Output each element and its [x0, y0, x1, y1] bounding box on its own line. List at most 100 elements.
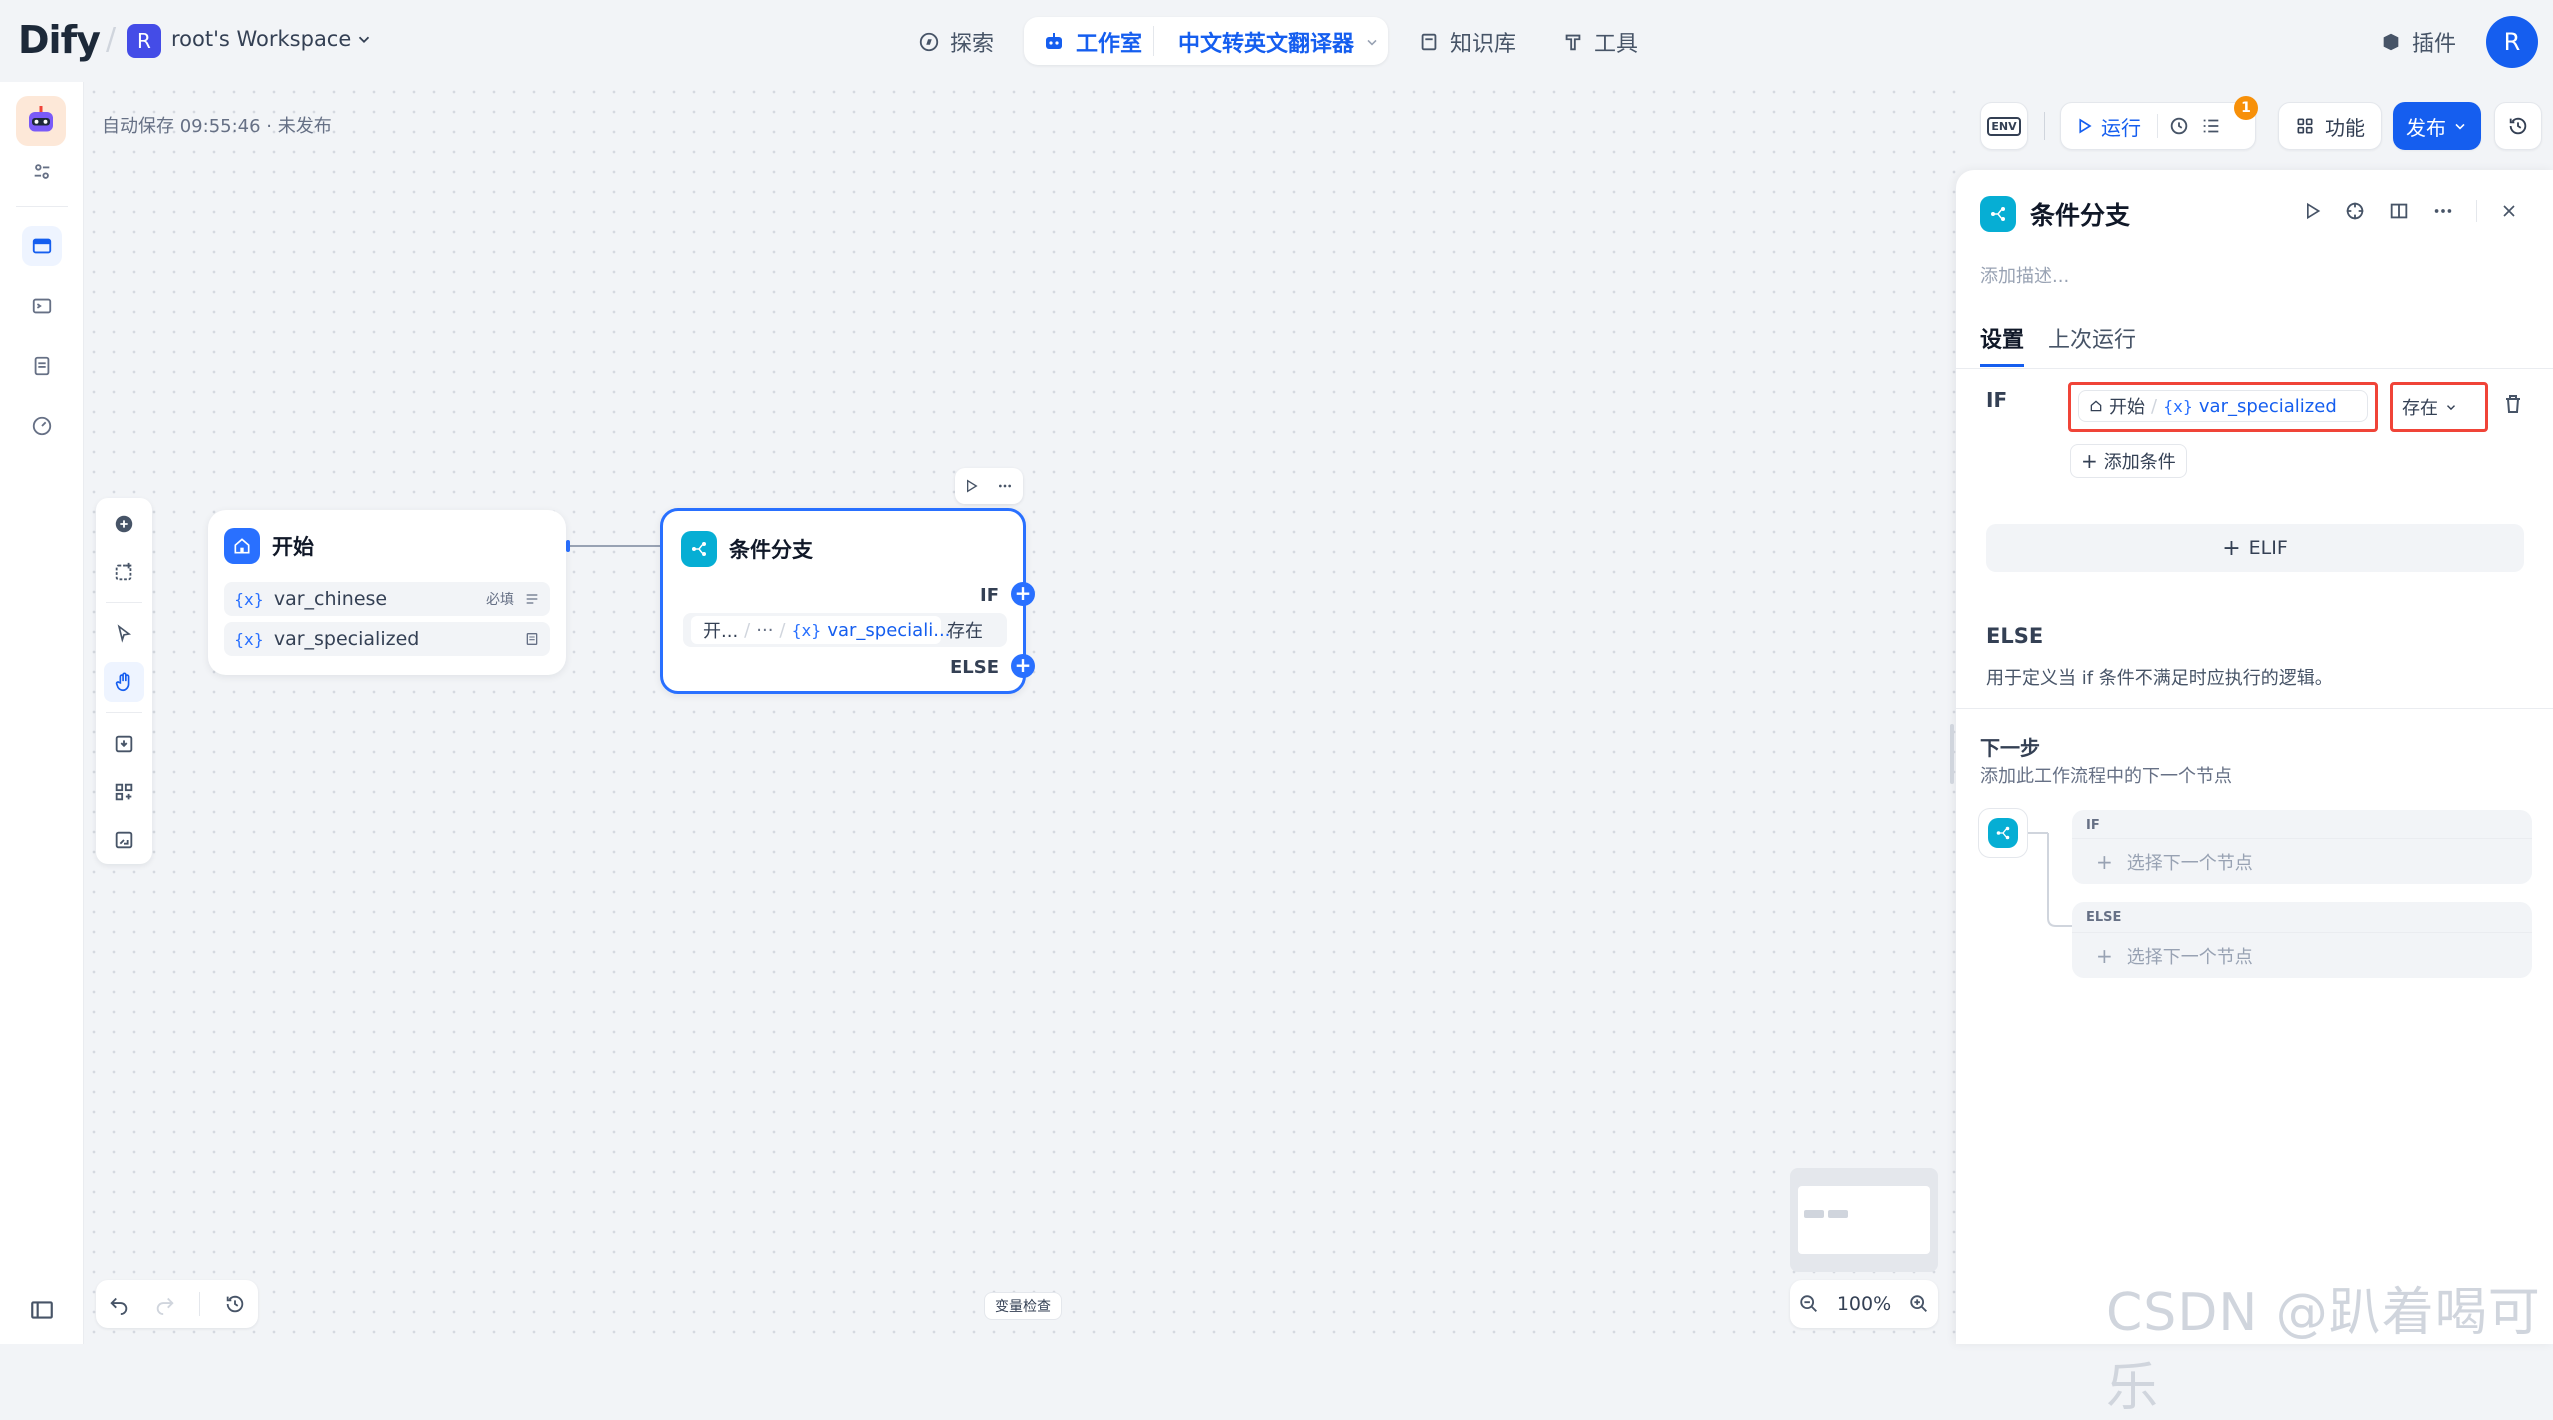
more-icon[interactable] [995, 478, 1015, 494]
sidebar-item-orchestrate[interactable] [22, 226, 62, 266]
cursor-icon [117, 624, 132, 643]
robot-app-icon [29, 106, 53, 132]
grid-layout-icon [115, 783, 133, 801]
zoom-level[interactable]: 100% [1837, 1293, 1891, 1315]
sidebar-item-api[interactable] [22, 286, 62, 326]
nav-explore[interactable]: 探索 [918, 26, 994, 58]
panel-tabs: 设置 上次运行 [1980, 322, 2136, 367]
panel-actions [2302, 200, 2519, 222]
play-icon[interactable] [963, 478, 979, 494]
workflow-canvas[interactable] [84, 82, 1956, 1344]
export-image-button[interactable] [104, 724, 144, 764]
nav-tools[interactable]: 工具 [1562, 26, 1638, 58]
more-icon[interactable] [2432, 200, 2454, 222]
add-elif-button[interactable]: + ELIF [1986, 524, 2524, 572]
canvas-toolbar [96, 498, 152, 864]
tab-settings[interactable]: 设置 [1980, 322, 2025, 367]
plus-icon: + [2096, 849, 2113, 874]
checklist-clock-icon[interactable] [2168, 115, 2190, 137]
sidebar-collapse-button[interactable] [22, 1290, 62, 1330]
add-node-button[interactable] [104, 504, 144, 544]
app-settings-icon[interactable] [22, 152, 62, 192]
publish-button[interactable]: 发布 [2393, 102, 2481, 150]
cube-icon [2383, 33, 2399, 51]
start-var-row[interactable]: {x} var_chinese 必填 [224, 582, 550, 616]
close-icon[interactable] [2499, 201, 2519, 221]
tab-last-run[interactable]: 上次运行 [2048, 322, 2136, 367]
autosave-status: 自动保存 09:55:46 · 未发布 [102, 116, 332, 137]
dify-logo[interactable]: Dify [18, 18, 101, 62]
next-step-title: 下一步 [1980, 736, 2040, 760]
select-next-node-else[interactable]: + 选择下一个节点 [2072, 932, 2532, 978]
start-node[interactable]: 开始 {x} var_chinese 必填 {x} var_specialize… [208, 510, 566, 675]
undo-icon[interactable] [108, 1293, 130, 1315]
image-download-icon [115, 735, 133, 753]
run-group: 运行 [2060, 102, 2256, 150]
minimap[interactable] [1790, 1168, 1938, 1272]
condition-operator: 存在 [947, 621, 983, 642]
sidebar-divider [16, 206, 68, 207]
var-name: var_specialized [273, 628, 420, 650]
variable-icon: {x} [791, 620, 822, 640]
history-icon[interactable] [224, 1293, 246, 1315]
pointer-mode-button[interactable] [104, 614, 144, 654]
plus-icon: + [2222, 535, 2241, 561]
add-note-button[interactable] [104, 552, 144, 592]
terminal-icon [32, 298, 52, 314]
organize-blocks-button[interactable] [104, 772, 144, 812]
sidebar-item-logs[interactable] [22, 346, 62, 386]
robot-icon [1046, 33, 1062, 49]
checklist-icon[interactable] [2200, 115, 2222, 137]
app-icon[interactable] [16, 96, 66, 146]
redo-icon[interactable] [154, 1293, 176, 1315]
plus-circle-icon [115, 515, 133, 533]
run-button[interactable]: 运行 [2075, 112, 2141, 141]
plugins-link[interactable]: 插件 [2380, 26, 2456, 58]
edge-start-to-if[interactable] [560, 536, 670, 556]
trash-icon[interactable] [2501, 392, 2525, 416]
nav-knowledge[interactable]: 知识库 [1418, 26, 1516, 58]
current-node-chip [1978, 808, 2028, 858]
book-open-icon[interactable] [2388, 200, 2410, 222]
env-icon: ENV [1987, 116, 2021, 136]
history-icon [2509, 117, 2527, 135]
toolbar-divider [106, 712, 142, 713]
undo-redo-bar [96, 1280, 258, 1328]
select-next-node-if[interactable]: + 选择下一个节点 [2072, 838, 2532, 884]
if-output-handle[interactable]: + [1011, 582, 1035, 606]
var-name: var_chinese [273, 588, 388, 610]
condition-operator-select[interactable]: 存在 [2402, 394, 2458, 420]
panel-resize-handle[interactable] [1950, 724, 1954, 784]
workspace-avatar[interactable]: R [127, 24, 161, 58]
sidebar-item-monitor[interactable] [22, 406, 62, 446]
if-else-node[interactable]: 条件分支 IF 开... / ··· / {x} var_speciali...… [660, 508, 1026, 694]
hand-mode-button[interactable] [104, 662, 144, 702]
user-avatar[interactable]: R [2486, 16, 2538, 68]
note-icon [115, 562, 132, 581]
zoom-out-icon[interactable] [1798, 1293, 1820, 1315]
if-branch-label: IF [980, 585, 999, 606]
workspace-switcher[interactable]: root's Workspace [171, 27, 373, 51]
add-condition-button[interactable]: + 添加条件 [2070, 444, 2187, 478]
else-description: 用于定义当 if 条件不满足时应执行的逻辑。 [1986, 668, 2333, 689]
branch-connector [2028, 832, 2074, 927]
start-var-row[interactable]: {x} var_specialized [224, 622, 550, 656]
map-icon [115, 831, 133, 849]
condition-variable-selector[interactable]: 开始 / {x} var_specialized [2078, 390, 2368, 422]
app-switcher[interactable]: 中文转英文翻译器 [1178, 26, 1380, 58]
if-condition-summary[interactable]: 开... / ··· / {x} var_speciali... 存在 [683, 613, 1007, 647]
zoom-in-icon[interactable] [1908, 1293, 1930, 1315]
minimap-toggle-button[interactable] [104, 820, 144, 860]
version-history-button[interactable] [2494, 102, 2542, 150]
features-button[interactable]: 功能 [2278, 102, 2382, 150]
play-icon[interactable] [2302, 201, 2322, 221]
crosshair-icon[interactable] [2344, 200, 2366, 222]
csdn-watermark: CSDN @趴着喝可乐 [2106, 1283, 2541, 1418]
env-button[interactable]: ENV [1980, 102, 2028, 150]
else-output-handle[interactable]: + [1011, 654, 1035, 678]
description-input[interactable]: 添加描述... [1980, 262, 2069, 288]
nav-studio[interactable]: 工作室 [1042, 26, 1142, 58]
chevron-down-icon [359, 36, 370, 43]
home-icon [224, 528, 260, 564]
variable-inspect-button[interactable]: 变量检查 [984, 1292, 1062, 1320]
